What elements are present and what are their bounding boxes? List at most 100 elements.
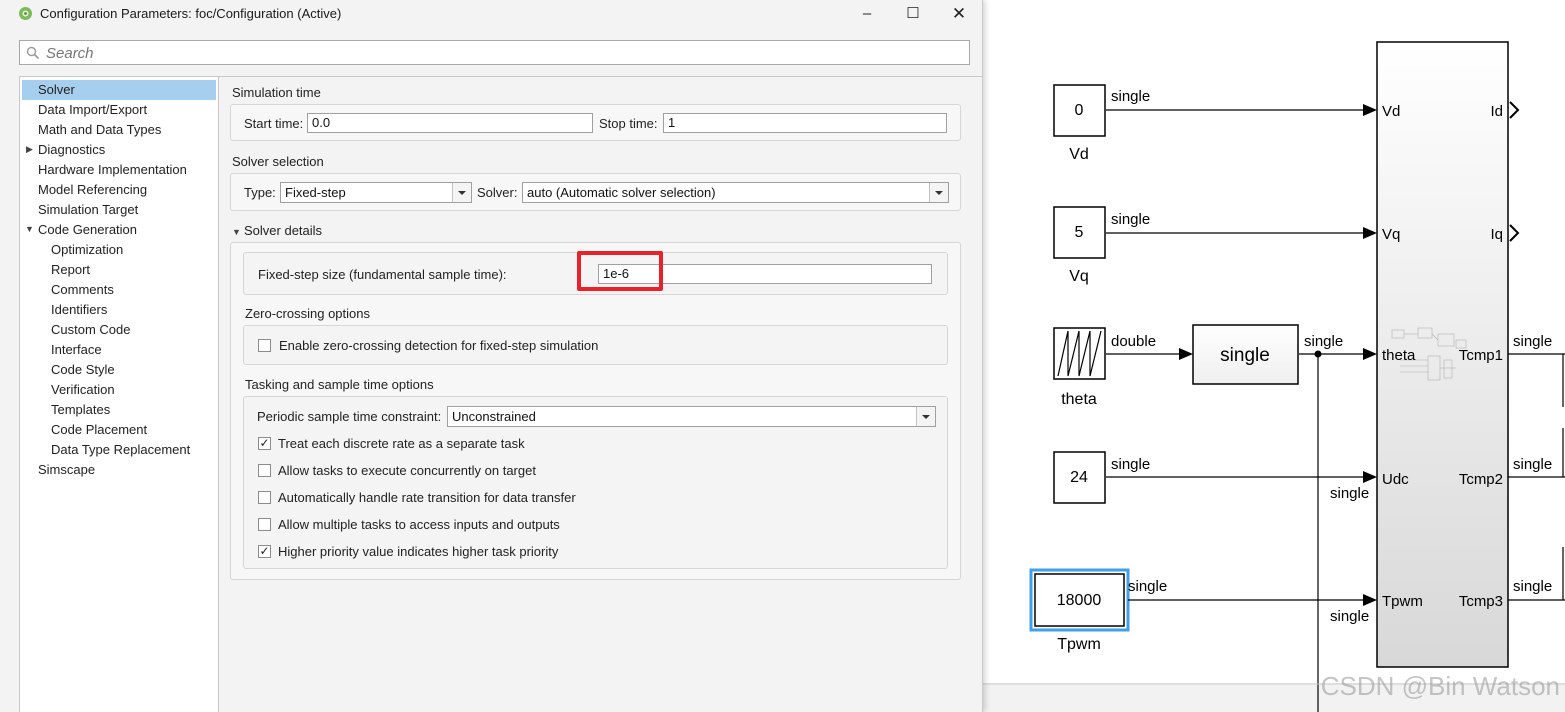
tree-item-code-generation[interactable]: Code Generation bbox=[38, 220, 137, 240]
chevron-down-icon[interactable] bbox=[452, 183, 471, 202]
separate-task-label: Treat each discrete rate as a separate t… bbox=[278, 436, 525, 451]
start-time-input[interactable]: 0.0 bbox=[307, 113, 593, 133]
tree-item-code-style[interactable]: Code Style bbox=[51, 360, 115, 380]
tree-item-simulation-target[interactable]: Simulation Target bbox=[38, 200, 138, 220]
simulink-app-icon bbox=[19, 7, 32, 20]
search-input[interactable] bbox=[46, 44, 946, 62]
periodic-constraint-value: Unconstrained bbox=[452, 409, 536, 424]
vd-block-name: Vd bbox=[1069, 146, 1089, 163]
rate-transition-label: Automatically handle rate transition for… bbox=[278, 490, 576, 505]
solver-details-group: Fixed-step size (fundamental sample time… bbox=[230, 242, 961, 580]
signal-label-udc-below: single bbox=[1330, 485, 1369, 502]
signal-label-udc: single bbox=[1111, 456, 1150, 473]
port-label-tcmp2: Tcmp2 bbox=[1459, 471, 1503, 488]
solver-settings-pane: Simulation time Start time: 0.0 Stop tim… bbox=[219, 76, 982, 712]
port-label-id: Id bbox=[1490, 103, 1503, 120]
foc-subsystem-block[interactable]: Vd Vq theta Udc Tpwm Id Iq Tcmp1 Tcmp2 T… bbox=[1376, 41, 1509, 668]
tree-item-report[interactable]: Report bbox=[51, 260, 90, 280]
multitask-access-label: Allow multiple tasks to access inputs an… bbox=[278, 517, 560, 532]
signal-label-tpwm-below: single bbox=[1330, 608, 1369, 625]
search-box[interactable] bbox=[19, 40, 970, 65]
tree-item-templates[interactable]: Templates bbox=[51, 400, 110, 420]
tree-item-data-type-replacement[interactable]: Data Type Replacement bbox=[51, 440, 190, 460]
chevron-down-icon[interactable] bbox=[929, 183, 948, 202]
watermark: CSDN @Bin Watson bbox=[1321, 671, 1560, 701]
tree-item-custom-code[interactable]: Custom Code bbox=[51, 320, 130, 340]
signal-label-theta: double bbox=[1111, 333, 1156, 350]
section-collapse-icon[interactable]: ▼ bbox=[232, 227, 241, 237]
zero-crossing-group: Enable zero-crossing detection for fixed… bbox=[243, 325, 948, 365]
stop-time-input[interactable]: 1 bbox=[663, 113, 947, 133]
tasking-group: Periodic sample time constraint: Unconst… bbox=[243, 396, 948, 569]
close-button[interactable]: ✕ bbox=[936, 0, 982, 28]
tree-item-solver[interactable]: Solver bbox=[22, 80, 216, 100]
solver-type-dropdown[interactable]: Fixed-step bbox=[280, 182, 472, 203]
separate-task-checkbox[interactable]: ✓ bbox=[258, 437, 271, 450]
tree-item-simscape[interactable]: Simscape bbox=[38, 460, 95, 480]
zero-crossing-checkbox[interactable] bbox=[258, 339, 271, 352]
arrow-icon bbox=[1363, 594, 1377, 606]
solver-type-label: Type: bbox=[244, 185, 276, 200]
category-tree: Solver Data Import/Export Math and Data … bbox=[19, 76, 219, 712]
tree-item-identifiers[interactable]: Identifiers bbox=[51, 300, 107, 320]
concurrent-tasks-label: Allow tasks to execute concurrently on t… bbox=[278, 463, 536, 478]
theta-sawtooth-block[interactable] bbox=[1053, 327, 1106, 380]
signal-label-vq: single bbox=[1111, 211, 1150, 228]
tree-item-optimization[interactable]: Optimization bbox=[51, 240, 123, 260]
signal-label-vd: single bbox=[1111, 88, 1150, 105]
signal-label-tcmp1: single bbox=[1513, 333, 1552, 350]
title-bar[interactable]: Configuration Parameters: foc/Configurat… bbox=[0, 0, 982, 28]
window-title: Configuration Parameters: foc/Configurat… bbox=[40, 6, 342, 21]
signal-label-tcmp3: single bbox=[1513, 578, 1552, 595]
tree-item-math-data-types[interactable]: Math and Data Types bbox=[38, 120, 161, 140]
theta-block-name: theta bbox=[1061, 391, 1097, 408]
solver-selection-group: Type: Fixed-step Solver: auto (Automatic… bbox=[230, 173, 961, 211]
fixed-step-size-label: Fixed-step size (fundamental sample time… bbox=[258, 267, 507, 282]
tree-item-code-placement[interactable]: Code Placement bbox=[51, 420, 147, 440]
search-icon bbox=[26, 46, 40, 60]
output-port-iq-icon bbox=[1509, 224, 1520, 242]
port-label-vd: Vd bbox=[1382, 103, 1400, 120]
output-port-id-icon bbox=[1509, 101, 1520, 119]
tree-item-hardware-implementation[interactable]: Hardware Implementation bbox=[38, 160, 187, 180]
simulation-time-title: Simulation time bbox=[232, 85, 321, 100]
solver-value: auto (Automatic solver selection) bbox=[527, 185, 716, 200]
arrow-icon bbox=[1363, 348, 1377, 360]
minimize-button[interactable]: – bbox=[844, 0, 890, 28]
maximize-button[interactable]: ☐ bbox=[890, 0, 936, 28]
start-time-label: Start time: bbox=[244, 116, 304, 131]
port-label-iq: Iq bbox=[1490, 226, 1503, 243]
rate-transition-checkbox[interactable] bbox=[258, 491, 271, 504]
collapse-arrow-icon[interactable]: ▼ bbox=[25, 224, 34, 234]
vd-constant-value: 0 bbox=[1075, 102, 1084, 119]
stop-time-label: Stop time: bbox=[599, 116, 658, 131]
zero-crossing-checkbox-label: Enable zero-crossing detection for fixed… bbox=[279, 338, 599, 353]
tree-item-data-import-export[interactable]: Data Import/Export bbox=[38, 100, 147, 120]
port-label-udc: Udc bbox=[1382, 471, 1409, 488]
concurrent-tasks-checkbox[interactable] bbox=[258, 464, 271, 477]
arrow-icon bbox=[1363, 471, 1377, 483]
priority-order-checkbox[interactable]: ✓ bbox=[258, 545, 271, 558]
solver-label: Solver: bbox=[477, 185, 518, 200]
arrow-icon bbox=[1179, 348, 1193, 360]
udc-constant-value: 24 bbox=[1070, 469, 1088, 486]
port-label-tcmp3: Tcmp3 bbox=[1459, 593, 1503, 610]
vq-block-name: Vq bbox=[1069, 268, 1089, 285]
tree-item-verification[interactable]: Verification bbox=[51, 380, 115, 400]
expand-arrow-icon[interactable]: ▶ bbox=[26, 144, 33, 155]
tree-item-interface[interactable]: Interface bbox=[51, 340, 102, 360]
tpwm-block-name: Tpwm bbox=[1057, 636, 1101, 653]
arrow-icon bbox=[1363, 104, 1377, 116]
chevron-down-icon[interactable] bbox=[916, 407, 935, 426]
periodic-constraint-label: Periodic sample time constraint: bbox=[257, 409, 442, 424]
port-label-tcmp1: Tcmp1 bbox=[1459, 347, 1503, 364]
signal-label-theta-single: single bbox=[1304, 333, 1343, 350]
tree-item-model-referencing[interactable]: Model Referencing bbox=[38, 180, 147, 200]
tree-item-comments[interactable]: Comments bbox=[51, 280, 114, 300]
multitask-access-checkbox[interactable] bbox=[258, 518, 271, 531]
highlight-annotation-box bbox=[577, 251, 663, 291]
periodic-constraint-dropdown[interactable]: Unconstrained bbox=[447, 406, 936, 427]
solver-dropdown[interactable]: auto (Automatic solver selection) bbox=[522, 182, 949, 203]
solver-details-title[interactable]: Solver details bbox=[244, 223, 322, 238]
tree-item-diagnostics[interactable]: Diagnostics bbox=[38, 140, 105, 160]
